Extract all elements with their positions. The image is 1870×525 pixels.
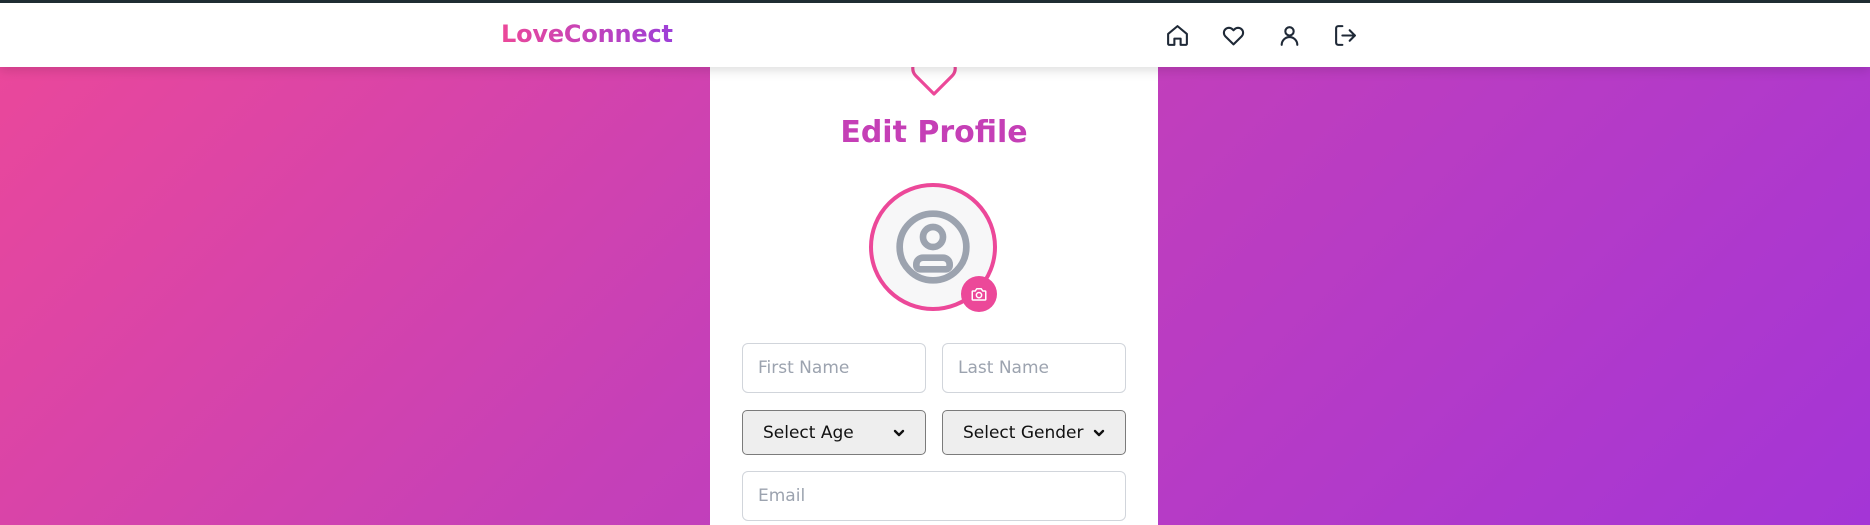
chevron-down-icon (893, 429, 905, 436)
gender-select-value: Select Gender (963, 422, 1084, 443)
home-icon[interactable] (1162, 20, 1192, 50)
page-title: Edit Profile (840, 115, 1028, 150)
brand-logo[interactable]: LoveConnect (501, 20, 673, 48)
edit-profile-card: Edit Profile First Name Last Name Select… (710, 40, 1158, 525)
window-top-border (0, 0, 1870, 3)
navbar: LoveConnect (0, 3, 1870, 67)
last-name-input[interactable]: Last Name (942, 343, 1126, 393)
gender-select[interactable]: Select Gender (942, 410, 1126, 455)
age-select-value: Select Age (763, 422, 854, 443)
upload-photo-button[interactable] (961, 276, 997, 312)
age-select[interactable]: Select Age (742, 410, 926, 455)
user-circle-icon (896, 210, 970, 284)
camera-icon (971, 288, 987, 301)
nav-icons (1162, 20, 1360, 50)
heart-icon[interactable] (1218, 20, 1248, 50)
first-name-input[interactable]: First Name (742, 343, 926, 393)
chevron-down-icon (1093, 429, 1105, 436)
logout-icon[interactable] (1330, 20, 1360, 50)
user-icon[interactable] (1274, 20, 1304, 50)
email-input[interactable]: Email (742, 471, 1126, 521)
